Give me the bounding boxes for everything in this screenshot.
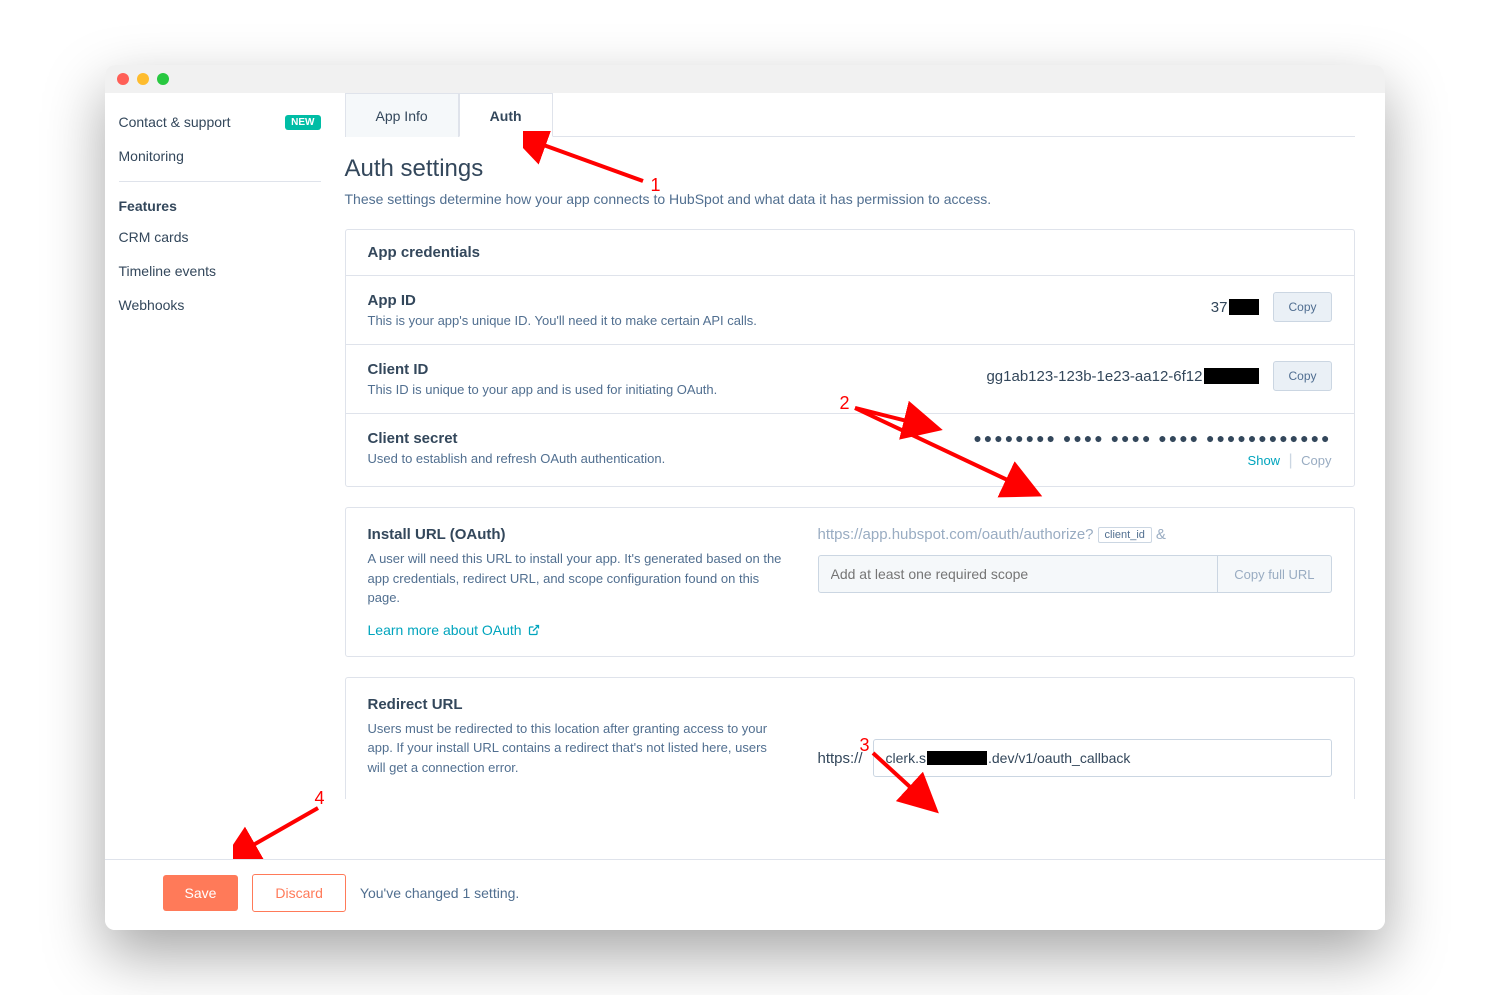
sidebar: Contact & support NEW Monitoring Feature… bbox=[105, 93, 335, 859]
sidebar-item-label: Monitoring bbox=[119, 148, 184, 164]
credentials-header: App credentials bbox=[346, 230, 1354, 276]
sidebar-item-label: Webhooks bbox=[119, 297, 185, 313]
client-secret-row: Client secret Used to establish and refr… bbox=[346, 414, 1354, 486]
credentials-panel: App credentials App ID This is your app'… bbox=[345, 229, 1355, 487]
minimize-icon[interactable] bbox=[137, 73, 149, 85]
sidebar-item-label: CRM cards bbox=[119, 229, 189, 245]
redirect-url-input[interactable]: clerk.s.dev/v1/oauth_callback bbox=[873, 739, 1332, 777]
discard-button[interactable]: Discard bbox=[252, 874, 345, 912]
app-id-desc: This is your app's unique ID. You'll nee… bbox=[368, 313, 1211, 328]
install-url-desc: A user will need this URL to install you… bbox=[368, 549, 788, 608]
app-id-row: App ID This is your app's unique ID. You… bbox=[346, 276, 1354, 345]
close-icon[interactable] bbox=[117, 73, 129, 85]
scope-input[interactable] bbox=[818, 555, 1219, 593]
copy-app-id-button[interactable]: Copy bbox=[1273, 292, 1331, 322]
footer-message: You've changed 1 setting. bbox=[360, 885, 519, 901]
sidebar-item-webhooks[interactable]: Webhooks bbox=[105, 288, 335, 322]
external-link-icon bbox=[528, 624, 540, 636]
tab-app-info[interactable]: App Info bbox=[345, 93, 459, 137]
sidebar-heading-features: Features bbox=[105, 192, 335, 220]
app-id-value: 37 bbox=[1211, 299, 1260, 316]
redirect-url-title: Redirect URL bbox=[368, 696, 788, 713]
client-secret-desc: Used to establish and refresh OAuth auth… bbox=[368, 451, 974, 466]
annotation-number-3: 3 bbox=[860, 735, 870, 756]
tab-bar: App Info Auth bbox=[345, 93, 1355, 137]
redacted-block bbox=[1229, 299, 1259, 315]
app-window: Contact & support NEW Monitoring Feature… bbox=[105, 65, 1385, 930]
client-id-desc: This ID is unique to your app and is use… bbox=[368, 382, 987, 397]
copy-full-url-button[interactable]: Copy full URL bbox=[1218, 555, 1331, 593]
save-button[interactable]: Save bbox=[163, 875, 239, 911]
sidebar-item-label: Timeline events bbox=[119, 263, 217, 279]
app-id-title: App ID bbox=[368, 292, 1211, 309]
page-title: Auth settings bbox=[345, 155, 1355, 183]
copy-secret-link[interactable]: Copy bbox=[1301, 453, 1331, 468]
annotation-number-2: 2 bbox=[840, 393, 850, 414]
client-id-value: gg1ab123-123b-1e23-aa12-6f12 bbox=[986, 368, 1259, 385]
mac-titlebar bbox=[105, 65, 1385, 93]
show-secret-link[interactable]: Show bbox=[1248, 453, 1281, 468]
redirect-protocol: https:// bbox=[818, 750, 863, 767]
redirect-url-desc: Users must be redirected to this locatio… bbox=[368, 719, 788, 778]
annotation-number-4: 4 bbox=[315, 788, 325, 809]
sidebar-item-contact-support[interactable]: Contact & support NEW bbox=[105, 105, 335, 139]
sidebar-divider bbox=[119, 181, 321, 182]
footer-bar: Save Discard You've changed 1 setting. bbox=[105, 859, 1385, 930]
install-url-preview: https://app.hubspot.com/oauth/authorize?… bbox=[818, 526, 1332, 543]
tab-auth[interactable]: Auth bbox=[459, 93, 553, 137]
install-url-title: Install URL (OAuth) bbox=[368, 526, 788, 543]
learn-more-oauth-link[interactable]: Learn more about OAuth bbox=[368, 622, 788, 638]
redacted-block bbox=[927, 751, 987, 765]
redacted-block bbox=[1204, 368, 1259, 384]
new-badge: NEW bbox=[285, 115, 320, 130]
client-secret-value: ●●●●●●●● ●●●● ●●●● ●●●● ●●●●●●●●●●●● bbox=[973, 430, 1331, 446]
redirect-url-panel: Redirect URL Users must be redirected to… bbox=[345, 677, 1355, 800]
sidebar-item-timeline-events[interactable]: Timeline events bbox=[105, 254, 335, 288]
install-url-panel: Install URL (OAuth) A user will need thi… bbox=[345, 507, 1355, 657]
annotation-number-1: 1 bbox=[651, 175, 661, 196]
sidebar-item-monitoring[interactable]: Monitoring bbox=[105, 139, 335, 173]
maximize-icon[interactable] bbox=[157, 73, 169, 85]
client-id-title: Client ID bbox=[368, 361, 987, 378]
sidebar-item-label: Contact & support bbox=[119, 114, 231, 130]
client-id-chip: client_id bbox=[1098, 527, 1152, 543]
sidebar-item-crm-cards[interactable]: CRM cards bbox=[105, 220, 335, 254]
client-secret-title: Client secret bbox=[368, 430, 974, 447]
copy-client-id-button[interactable]: Copy bbox=[1273, 361, 1331, 391]
page-description: These settings determine how your app co… bbox=[345, 191, 1355, 207]
